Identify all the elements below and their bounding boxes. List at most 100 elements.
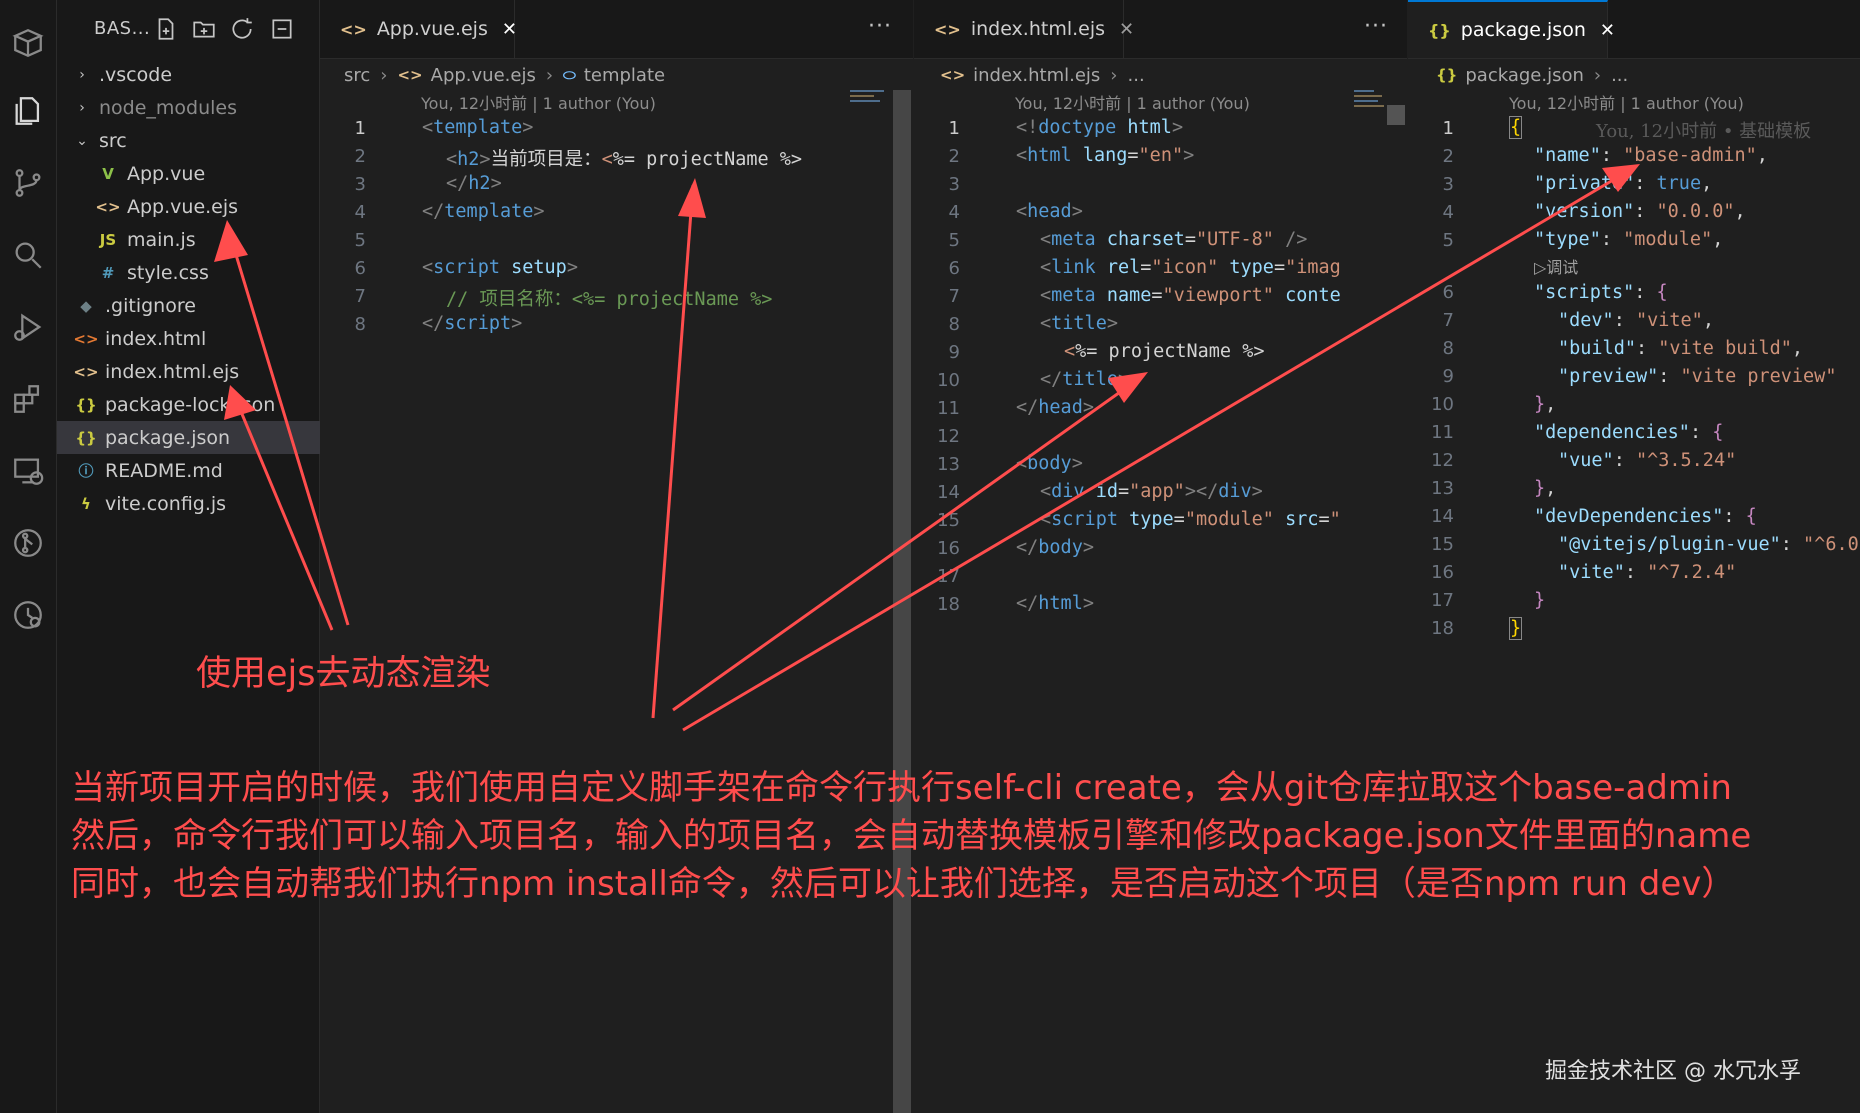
- git-graph-icon[interactable]: [9, 524, 47, 562]
- html-file-icon: <>: [73, 329, 99, 348]
- code-line: </h2>: [446, 173, 502, 194]
- tree-item-index-html-ejs[interactable]: <> index.html.ejs: [57, 355, 335, 388]
- tab-bar: <> index.html.ejs ✕ ···: [914, 0, 1407, 59]
- tab-package-json[interactable]: {} package.json ✕: [1408, 0, 1615, 58]
- code-line: </script>: [422, 313, 523, 334]
- tab-index-html-ejs[interactable]: <> index.html.ejs ✕: [914, 0, 1134, 58]
- tree-item-label: style.css: [127, 261, 209, 284]
- breadcrumb-file[interactable]: index.html.ejs: [973, 65, 1100, 86]
- line-number: 6: [948, 258, 960, 279]
- editor-group-app-vue-ejs: <> App.vue.ejs ✕ ··· src › <> App.vue.ej…: [320, 0, 913, 1113]
- code-line: "dev": "vite",: [1558, 310, 1714, 331]
- line-number: 2: [354, 146, 366, 167]
- tree-item-package-lock-json[interactable]: {} package-lock.json: [57, 388, 335, 421]
- ejs-file-icon: <>: [95, 197, 121, 216]
- breadcrumb-file[interactable]: package.json: [1465, 65, 1584, 86]
- new-file-icon[interactable]: [153, 16, 181, 44]
- line-number: 1: [354, 118, 366, 139]
- code-area[interactable]: 1 2 3 4 5 6 7 8 9 10 11 12 13 14 15 16 17 18 { You, 12小时前…: [1408, 114, 1860, 1113]
- tree-item-label: package-lock.json: [105, 393, 276, 416]
- tree-item-src[interactable]: ⌄ src: [57, 124, 335, 157]
- tree-item-label: index.html.ejs: [105, 360, 240, 383]
- scrollbar[interactable]: [1387, 105, 1405, 125]
- search-icon[interactable]: [9, 236, 47, 274]
- code-line: "version": "0.0.0",: [1534, 201, 1746, 222]
- tree-item-package-json[interactable]: {} package.json: [57, 421, 335, 454]
- breadcrumb-more[interactable]: ...: [1611, 65, 1628, 86]
- remote-explorer-icon[interactable]: [9, 452, 47, 490]
- codelens-blame[interactable]: You, 12小时前 | 1 author (You): [421, 90, 656, 114]
- line-number: 3: [948, 174, 960, 195]
- debug-codelens[interactable]: ▷调试: [1534, 254, 1578, 278]
- refresh-icon[interactable]: [229, 16, 257, 44]
- tree-item--gitignore[interactable]: ◆ .gitignore: [57, 289, 335, 322]
- line-number: 2: [948, 146, 960, 167]
- code-line: <h2>当前项目是：<%= projectName %>: [446, 149, 803, 170]
- code-line: "devDependencies": {: [1534, 506, 1757, 527]
- code-line: <%= projectName %>: [1064, 341, 1265, 362]
- code-area[interactable]: 1 2 3 4 5 6 7 8 <template> <h2>当前项目是：<%=…: [320, 114, 913, 1113]
- tree-item-label: README.md: [105, 459, 223, 482]
- codelens-blame[interactable]: You, 12小时前 | 1 author (You): [1509, 90, 1744, 114]
- tree-item-main-js[interactable]: JS main.js: [57, 223, 357, 256]
- more-actions-icon[interactable]: ···: [868, 14, 892, 39]
- line-number: 3: [1442, 174, 1454, 195]
- json-file-icon: {}: [75, 428, 97, 447]
- close-icon[interactable]: ✕: [1600, 20, 1615, 41]
- code-line: </html>: [1016, 593, 1094, 614]
- line-number: 4: [1442, 202, 1454, 223]
- tab-app-vue-ejs[interactable]: <> App.vue.ejs ✕: [320, 0, 517, 58]
- line-number: 4: [354, 202, 366, 223]
- close-icon[interactable]: ✕: [1119, 19, 1134, 40]
- codelens-blame[interactable]: You, 12小时前 | 1 author (You): [1015, 90, 1250, 114]
- code-line: <script type="module" src=": [1040, 509, 1341, 530]
- line-number: 7: [1442, 310, 1454, 331]
- close-icon[interactable]: ✕: [502, 19, 517, 40]
- code-line: "name": "base-admin",: [1534, 145, 1768, 166]
- ejs-file-icon: <>: [340, 19, 367, 39]
- tree-item-node-modules[interactable]: › node_modules: [57, 91, 335, 124]
- code-line: "@vitejs/plugin-vue": "^6.0: [1558, 534, 1859, 555]
- more-actions-icon[interactable]: ···: [1364, 14, 1388, 39]
- chevron-right-icon: ›: [380, 64, 388, 86]
- code-area[interactable]: 1 2 3 4 5 6 7 8 9 10 11 12 13 14 15 16 17 18 <!doctype ht…: [914, 114, 1377, 1113]
- extensions-icon[interactable]: [9, 380, 47, 418]
- chevron-right-icon: ›: [1593, 64, 1602, 86]
- tree-item-vite-config-js[interactable]: ϟ vite.config.js: [57, 487, 335, 520]
- collapse-all-icon[interactable]: [269, 16, 297, 44]
- tree-item-label: package.json: [105, 426, 231, 449]
- line-number: 17: [1431, 590, 1454, 611]
- new-folder-icon[interactable]: [191, 16, 219, 44]
- vite-file-icon: ϟ: [81, 494, 91, 513]
- source-control-icon[interactable]: [9, 164, 47, 202]
- breadcrumb-symbol[interactable]: template: [584, 65, 665, 86]
- timeline-icon[interactable]: [9, 596, 47, 634]
- line-number: 5: [948, 230, 960, 251]
- annotation-ejs-label: 使用ejs去动态渲染: [196, 654, 491, 694]
- tree-item-label: App.vue.ejs: [127, 195, 239, 218]
- code-line: <template>: [422, 117, 534, 138]
- tree-item--vscode[interactable]: › .vscode: [57, 58, 335, 91]
- line-number: 12: [937, 426, 960, 447]
- code-line: </body>: [1016, 537, 1094, 558]
- tree-item-readme-md[interactable]: ⓘ README.md: [57, 454, 335, 487]
- box-icon[interactable]: [9, 24, 47, 62]
- breadcrumb-file[interactable]: App.vue.ejs: [431, 65, 536, 86]
- tree-item-style-css[interactable]: # style.css: [57, 256, 357, 289]
- explorer-icon[interactable]: [9, 92, 47, 130]
- tree-item-index-html[interactable]: <> index.html: [57, 322, 335, 355]
- line-number: 10: [1431, 394, 1454, 415]
- line-number: 9: [1442, 366, 1454, 387]
- tree-item-app-vue[interactable]: V App.vue: [57, 157, 357, 190]
- js-file-icon: JS: [99, 230, 117, 249]
- tree-item-app-vue-ejs[interactable]: <> App.vue.ejs: [57, 190, 357, 223]
- code-line: <html lang="en">: [1016, 145, 1195, 166]
- breadcrumb-src[interactable]: src: [344, 65, 370, 86]
- line-number: 16: [1431, 562, 1454, 583]
- vue-file-icon: V: [102, 164, 114, 183]
- run-debug-icon[interactable]: [9, 308, 47, 346]
- line-number: 1: [948, 118, 960, 139]
- breadcrumb-more[interactable]: ...: [1128, 65, 1145, 86]
- code-line: "build": "vite build",: [1558, 338, 1804, 359]
- breadcrumb: {} package.json › ...: [1436, 60, 1628, 90]
